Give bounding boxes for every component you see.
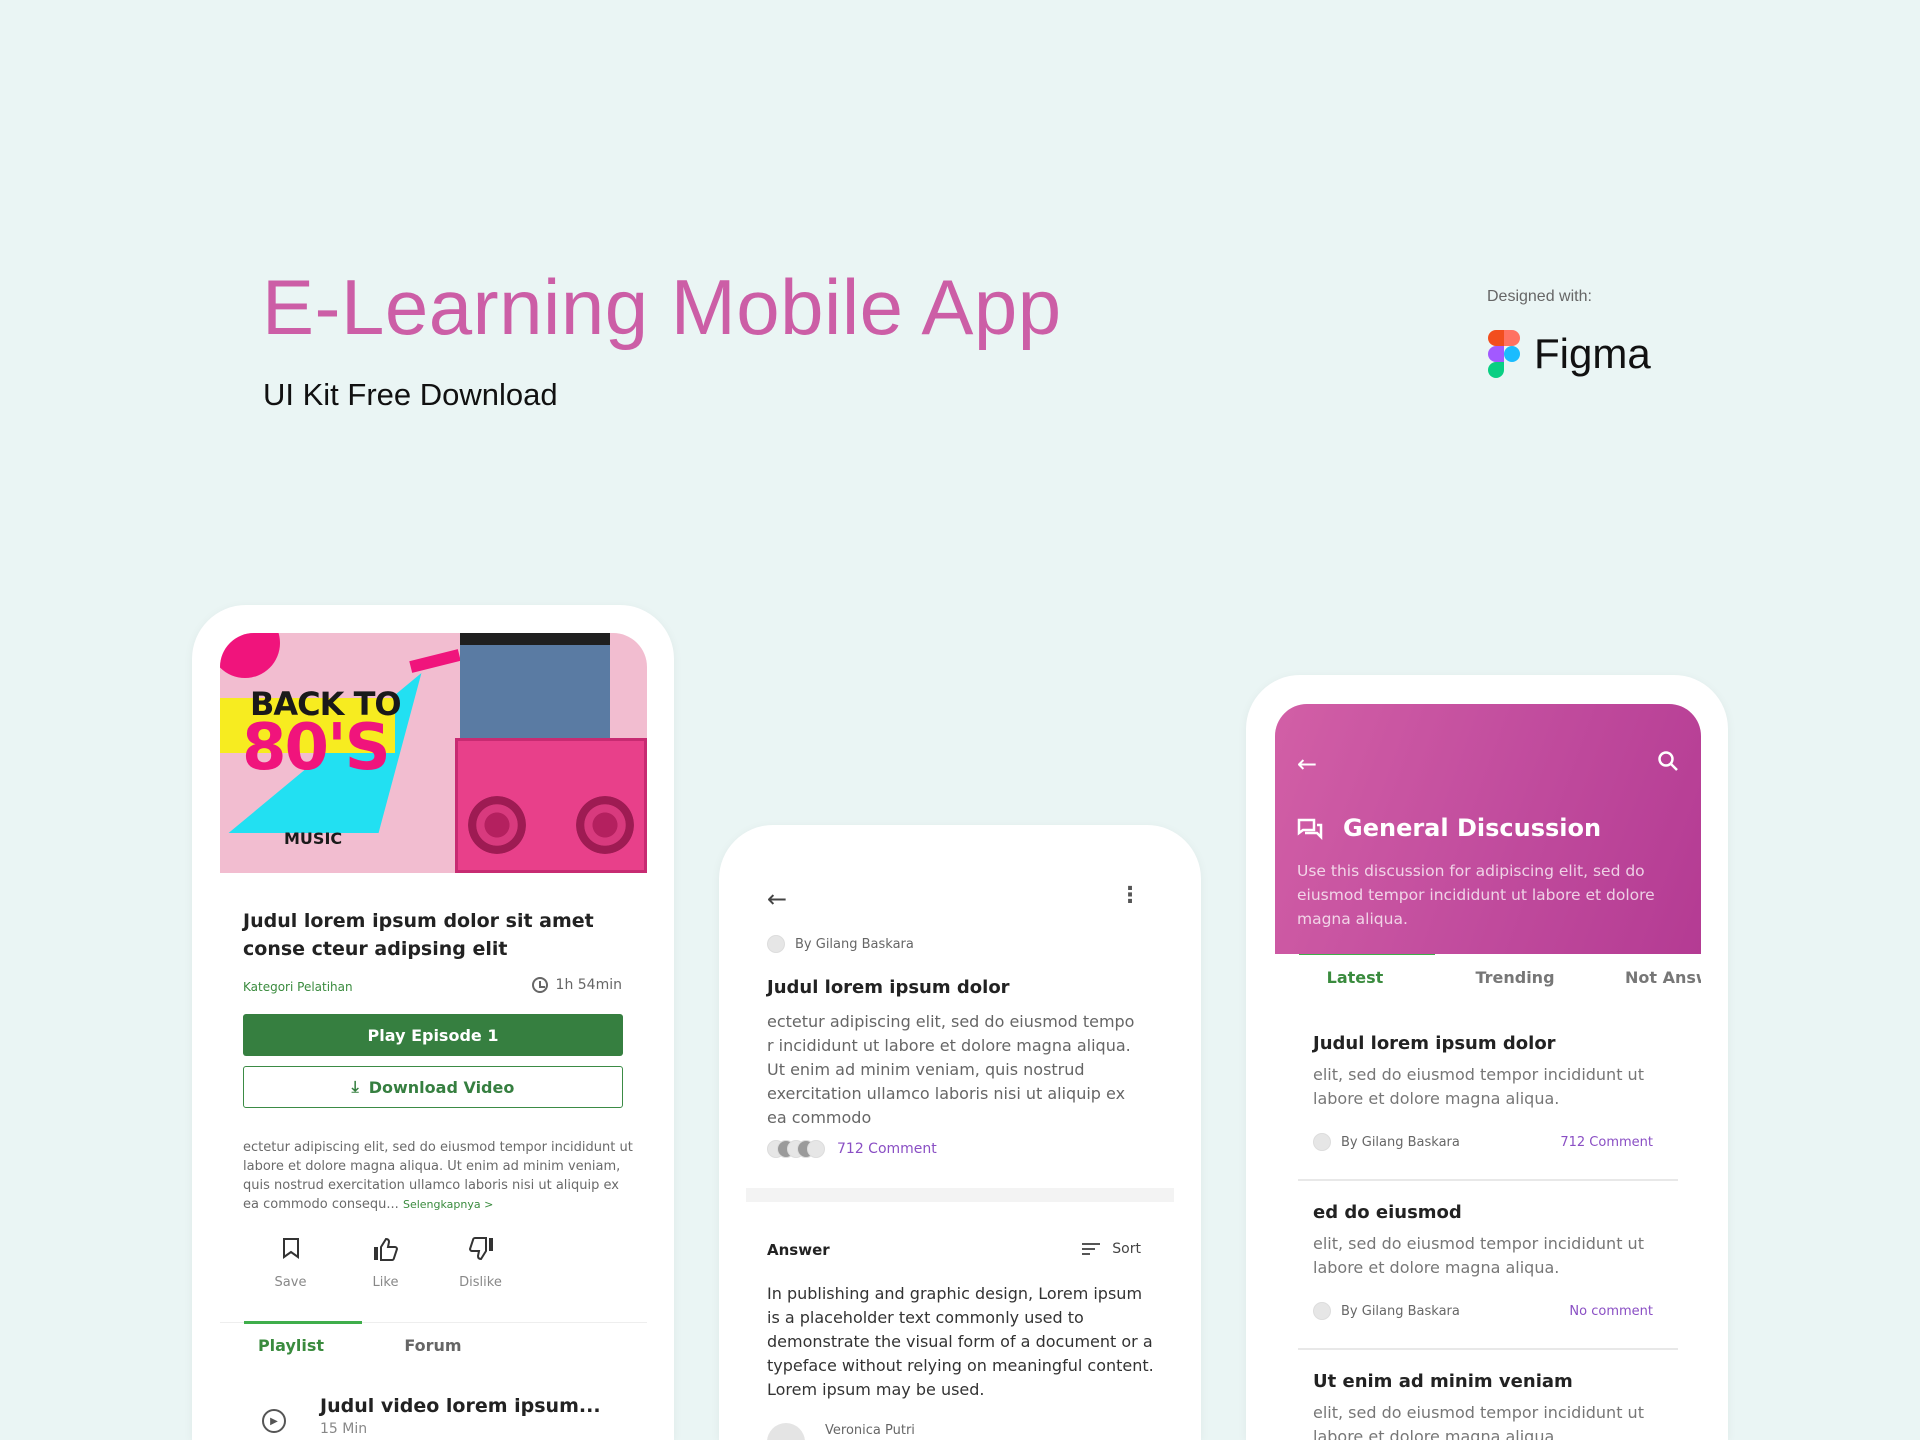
- boombox-illustration: [455, 738, 647, 873]
- answer-heading: Answer: [767, 1241, 830, 1259]
- tab-trending[interactable]: Trending: [1435, 954, 1595, 1004]
- commenter-avatars: [767, 1140, 825, 1158]
- search-icon[interactable]: [1657, 750, 1679, 778]
- answer-body: In publishing and graphic design, Lorem …: [767, 1284, 1154, 1399]
- designed-with-label: Designed with:: [1487, 288, 1592, 305]
- figma-logo-icon: [1488, 330, 1520, 378]
- post-divider: [1298, 1179, 1678, 1181]
- download-video-button[interactable]: ⤓ Download Video: [243, 1066, 623, 1108]
- duration-text: 1h 54min: [555, 977, 622, 993]
- section-divider: [746, 1188, 1174, 1202]
- tab-playlist[interactable]: Playlist: [220, 1321, 362, 1362]
- course-detail-phone: BACK TO 80'S MUSIC Judul lorem ipsum dol…: [192, 605, 674, 1440]
- play-episode-button[interactable]: Play Episode 1: [243, 1014, 623, 1056]
- tab-latest[interactable]: Latest: [1275, 954, 1435, 1004]
- post-footer: By Gilang Baskara No comment: [1313, 1302, 1653, 1320]
- dislike-label: Dislike: [459, 1275, 502, 1290]
- banner-tag: MUSIC: [284, 829, 343, 848]
- post-body: elit, sed do eiusmod tempor incididunt u…: [1313, 1065, 1644, 1108]
- course-title: Judul lorem ipsum dolor sit amet conse c…: [243, 910, 594, 960]
- thumbs-down-icon: [468, 1237, 494, 1265]
- post-title: ed do eiusmod: [1313, 1202, 1462, 1223]
- post-author: By Gilang Baskara: [1341, 1303, 1460, 1319]
- save-button[interactable]: Save: [243, 1237, 338, 1290]
- post-body: elit, sed do eiusmod tempor incididunt u…: [1313, 1403, 1644, 1440]
- download-icon: ⤓: [351, 1077, 359, 1096]
- like-label: Like: [372, 1275, 399, 1290]
- playlist-item-duration: 15 Min: [320, 1421, 368, 1437]
- tab-not-answered[interactable]: Not Answered: [1595, 954, 1701, 1004]
- sort-label: Sort: [1112, 1241, 1141, 1257]
- discussion-title: General Discussion: [1343, 814, 1602, 842]
- thumbs-up-icon: [373, 1237, 399, 1265]
- post-body: elit, sed do eiusmod tempor incididunt u…: [1313, 1234, 1644, 1277]
- figma-brand: Figma: [1488, 330, 1651, 378]
- thread-title: Judul lorem ipsum dolor: [767, 977, 1010, 998]
- clock-icon: [531, 977, 548, 993]
- back-arrow-icon[interactable]: ←: [1297, 750, 1317, 778]
- hero-title: E-Learning Mobile App: [262, 263, 1062, 351]
- discussion-title-row: General Discussion: [1297, 814, 1601, 842]
- playlist-item[interactable]: ▶ Judul video lorem ipsum... 15 Min: [262, 1395, 601, 1437]
- answer-author-name: Veronica Putri: [825, 1423, 915, 1438]
- playlist-item-title: Judul video lorem ipsum...: [320, 1395, 601, 1417]
- read-more-link[interactable]: Selengkapnya >: [403, 1198, 493, 1211]
- avatar: [767, 935, 785, 953]
- post-footer: By Gilang Baskara 712 Comment: [1313, 1133, 1653, 1151]
- thread-author: By Gilang Baskara: [767, 935, 914, 953]
- course-duration: 1h 54min: [531, 977, 622, 993]
- avatar: [1313, 1302, 1331, 1320]
- avatar: [767, 1423, 805, 1440]
- avatar: [1313, 1133, 1331, 1151]
- course-description: ectetur adipiscing elit, sed do eiusmod …: [243, 1138, 633, 1214]
- banner-text-line2: 80'S: [242, 711, 391, 785]
- course-banner-image: BACK TO 80'S MUSIC: [220, 633, 647, 873]
- thread-body: ectetur adipiscing elit, sed do eiusmod …: [767, 1012, 1135, 1127]
- post-comment-count[interactable]: No comment: [1569, 1304, 1653, 1319]
- post-divider: [1298, 1348, 1678, 1350]
- hero-subtitle: UI Kit Free Download: [263, 377, 558, 412]
- post-author: By Gilang Baskara: [1341, 1134, 1460, 1150]
- post-comment-count[interactable]: 712 Comment: [1560, 1135, 1653, 1150]
- thread-detail-phone: ← ⋮ By Gilang Baskara Judul lorem ipsum …: [719, 825, 1201, 1440]
- author-name: By Gilang Baskara: [795, 936, 914, 952]
- course-tabs: Playlist Forum: [220, 1321, 647, 1362]
- post-title: Ut enim ad minim veniam: [1313, 1371, 1573, 1392]
- play-circle-icon: ▶: [262, 1409, 286, 1433]
- bookmark-icon: [282, 1237, 300, 1265]
- more-vertical-icon[interactable]: ⋮: [1119, 883, 1141, 908]
- save-label: Save: [274, 1275, 307, 1290]
- sort-icon: [1082, 1243, 1101, 1255]
- tab-forum[interactable]: Forum: [362, 1323, 504, 1362]
- download-label: Download Video: [368, 1077, 515, 1097]
- comment-count[interactable]: 712 Comment: [837, 1141, 937, 1157]
- post-title: Judul lorem ipsum dolor: [1313, 1033, 1556, 1054]
- dislike-button[interactable]: Dislike: [433, 1237, 528, 1290]
- discussion-tabs: Latest Trending Not Answered: [1275, 954, 1701, 1004]
- course-category[interactable]: Kategori Pelatihan: [243, 980, 353, 994]
- discussion-phone: ← General Discussion Use this discussion…: [1246, 675, 1728, 1440]
- chat-bubbles-icon: [1297, 818, 1323, 841]
- answer-author: Veronica Putri: [767, 1423, 915, 1440]
- back-arrow-icon[interactable]: ←: [767, 885, 787, 913]
- sort-button[interactable]: Sort: [1082, 1241, 1141, 1257]
- discussion-description: Use this discussion for adipiscing elit,…: [1297, 862, 1655, 928]
- discussion-header: ← General Discussion Use this discussion…: [1275, 704, 1701, 954]
- comment-summary[interactable]: 712 Comment: [767, 1140, 937, 1158]
- like-button[interactable]: Like: [338, 1237, 433, 1290]
- figma-wordmark: Figma: [1534, 330, 1651, 377]
- action-bar: Save Like Dislike: [243, 1237, 528, 1290]
